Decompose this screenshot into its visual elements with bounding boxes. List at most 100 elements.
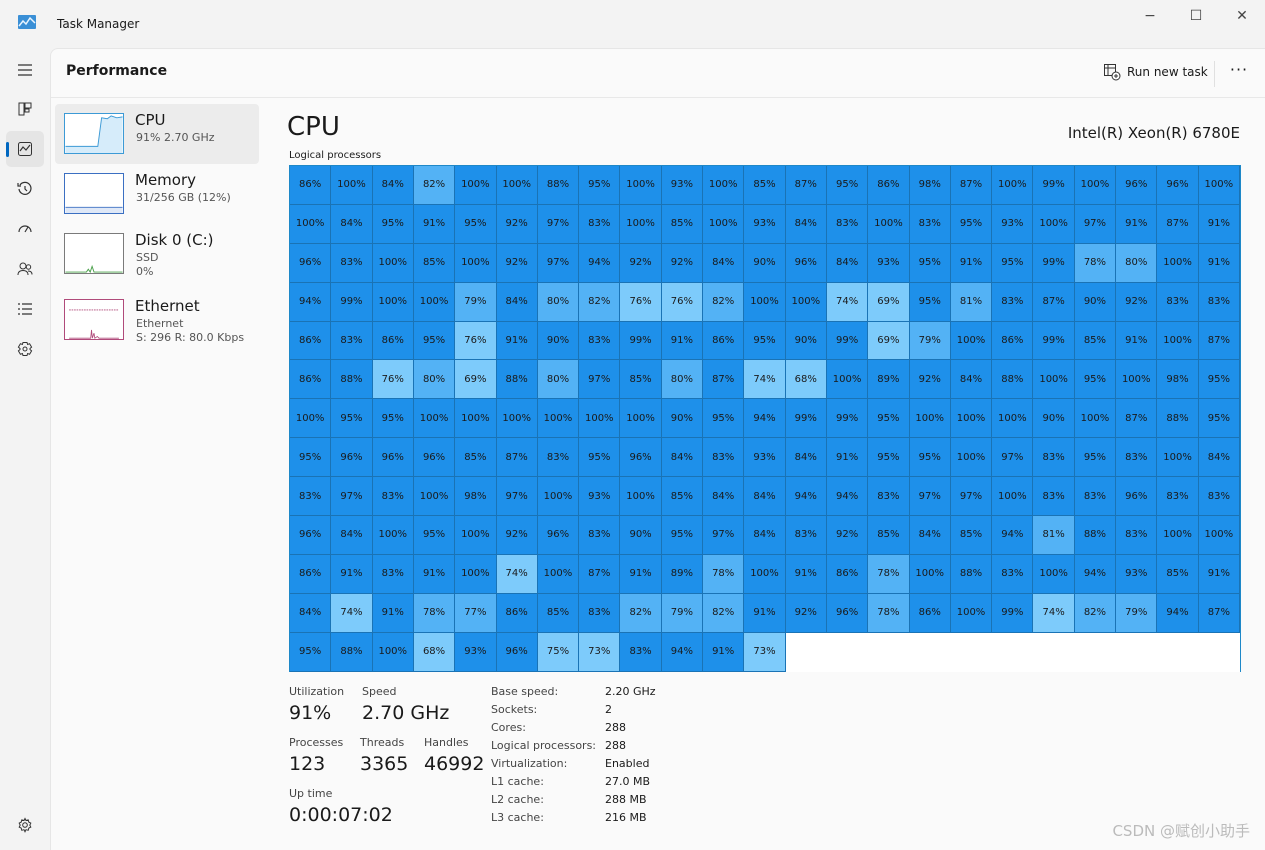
spec-virtualization: Virtualization: Enabled	[491, 757, 691, 775]
utilization-value: 91%	[289, 702, 332, 724]
logical-processor-cell: 91%	[1198, 554, 1240, 594]
nav-app-history[interactable]	[6, 171, 44, 207]
device-disk-name: Disk 0 (C:)	[135, 231, 214, 249]
logical-processor-cell: 87%	[703, 360, 745, 400]
maximize-button[interactable]: ☐	[1173, 6, 1219, 26]
minimize-button[interactable]: −	[1127, 6, 1173, 26]
spec-value: 288	[605, 739, 626, 752]
nav-performance[interactable]	[6, 131, 44, 167]
logical-processor-cell: 100%	[1116, 360, 1158, 400]
logical-processor-cell: 100%	[992, 477, 1034, 517]
logical-processor-cell: 95%	[413, 321, 456, 361]
nav-startup-apps[interactable]	[6, 211, 44, 247]
logical-processor-cell: 80%	[537, 360, 580, 400]
device-memory-name: Memory	[135, 171, 197, 189]
logical-processor-cell: 83%	[909, 204, 951, 244]
logical-processor-cell: 91%	[413, 554, 456, 594]
logical-processor-cell: 90%	[785, 321, 827, 361]
window-title: Task Manager	[57, 17, 140, 31]
logical-processor-cell: 88%	[992, 360, 1034, 400]
logical-processor-cell: 100%	[703, 166, 745, 205]
logical-processor-cell: 100%	[372, 282, 414, 322]
logical-processor-cell: 96%	[290, 516, 332, 555]
watermark: CSDN @赋创小助手	[1112, 822, 1250, 840]
logical-processor-cell: 93%	[661, 166, 704, 205]
logical-processor-cell: 97%	[1074, 204, 1117, 244]
nav-settings[interactable]	[6, 807, 44, 843]
uptime-stat: Up time 0:00:07:02	[289, 787, 393, 826]
task-manager-app-icon	[18, 15, 36, 29]
logical-processor-cell: 96%	[1157, 166, 1199, 205]
more-options-button[interactable]: ···	[1226, 59, 1252, 85]
hamburger-menu-button[interactable]	[6, 52, 44, 88]
logical-processor-cell: 68%	[785, 360, 827, 400]
logical-processor-cell: 74%	[496, 554, 538, 594]
logical-processor-cell: 100%	[413, 399, 456, 439]
logical-processor-cell: 96%	[537, 516, 580, 555]
logical-processor-cell: 82%	[620, 593, 662, 633]
processes-value: 123	[289, 753, 326, 775]
logical-processor-cell: 92%	[661, 243, 704, 283]
logical-processor-cell: 88%	[1157, 399, 1199, 439]
logical-processor-cell: 83%	[372, 554, 414, 594]
logical-processor-cell: 97%	[703, 516, 745, 555]
logical-processor-cell: 96%	[331, 438, 373, 478]
logical-processor-cell: 91%	[661, 321, 704, 361]
logical-processor-cell: 100%	[1157, 243, 1199, 283]
logical-processor-cell: 87%	[785, 166, 827, 205]
processes-stat: Processes 123	[289, 736, 343, 775]
logical-processor-cell: 80%	[1116, 243, 1158, 283]
nav-users[interactable]	[6, 251, 44, 287]
close-button[interactable]: ✕	[1219, 6, 1265, 26]
logical-processor-cell: 95%	[909, 282, 951, 322]
logical-processor-cell: 77%	[455, 593, 497, 633]
logical-processor-cell: 75%	[537, 632, 580, 672]
logical-processor-cell: 100%	[785, 282, 827, 322]
logical-processor-cell: 93%	[744, 204, 786, 244]
speed-stat: Speed 2.70 GHz	[362, 685, 449, 724]
logical-processor-cell: 85%	[413, 243, 456, 283]
logical-processor-cell: 99%	[1033, 166, 1075, 205]
logical-processor-cell: 84%	[331, 516, 373, 555]
logical-processor-cell: 100%	[331, 166, 373, 205]
logical-processor-cell: 97%	[537, 243, 580, 283]
spec-label: L2 cache:	[491, 793, 544, 806]
spec-value: 2.20 GHz	[605, 685, 656, 698]
device-memory[interactable]: Memory 31/256 GB (12%)	[55, 164, 259, 224]
spec-label: Sockets:	[491, 703, 538, 716]
logical-processor-cell: 94%	[1074, 554, 1117, 594]
speed-label: Speed	[362, 685, 397, 698]
nav-details[interactable]	[6, 291, 44, 327]
logical-processor-cell: 87%	[579, 554, 621, 594]
logical-processor-cell: 94%	[290, 282, 332, 322]
logical-processor-cell: 95%	[868, 438, 910, 478]
logical-processor-cell: 83%	[331, 243, 373, 283]
run-new-task-label: Run new task	[1127, 65, 1208, 79]
logical-processor-cell: 73%	[579, 632, 621, 672]
nav-processes[interactable]	[6, 91, 44, 127]
logical-processor-cell: 99%	[1033, 321, 1075, 361]
logical-processor-cell: 98%	[455, 477, 497, 517]
logical-processor-cell: 86%	[290, 321, 332, 361]
logical-processor-cell: 100%	[950, 399, 993, 439]
logical-processor-cell: 84%	[1198, 438, 1240, 478]
logical-processor-cell: 99%	[1033, 243, 1075, 283]
handles-value: 46992	[424, 753, 485, 775]
device-ethernet[interactable]: Ethernet Ethernet S: 296 R: 80.0 Kbps	[55, 290, 259, 350]
logical-processor-cell: 100%	[992, 166, 1034, 205]
logical-processor-cell: 100%	[868, 204, 910, 244]
logical-processor-cell: 100%	[496, 399, 538, 439]
page-header: Performance Run new task ···	[51, 49, 1265, 98]
spec-label: Virtualization:	[491, 757, 568, 770]
spec-value: Enabled	[605, 757, 650, 770]
logical-processor-cell: 98%	[1157, 360, 1199, 400]
logical-processor-cell: 76%	[372, 360, 414, 400]
logical-processor-cell: 79%	[455, 282, 497, 322]
logical-processor-cell: 94%	[579, 243, 621, 283]
logical-processor-cell: 95%	[455, 204, 497, 244]
device-cpu[interactable]: CPU 91% 2.70 GHz	[55, 104, 259, 164]
logical-processor-cell: 83%	[620, 632, 662, 672]
nav-services[interactable]	[6, 331, 44, 367]
logical-processor-cell: 83%	[1116, 438, 1158, 478]
device-disk[interactable]: Disk 0 (C:) SSD 0%	[55, 224, 259, 284]
